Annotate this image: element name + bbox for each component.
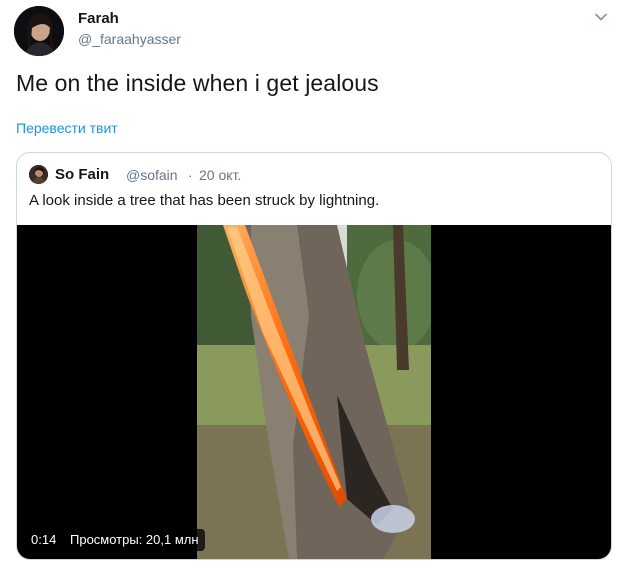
quoted-author-avatar	[29, 165, 48, 184]
tweet-text: Me on the inside when i get jealous	[16, 70, 379, 96]
quoted-tweet-text: A look inside a tree that has been struc…	[29, 192, 380, 209]
avatar-image	[29, 165, 48, 184]
avatar-image	[14, 6, 64, 56]
quoted-author-display-name: So Fain	[55, 166, 110, 183]
chevron-down-icon[interactable]	[592, 8, 610, 26]
quoted-tweet-date: 20 окт.	[199, 167, 242, 183]
translate-tweet-link[interactable]: Перевести твит	[16, 120, 118, 136]
video-player[interactable]: 0:14 Просмотры: 20,1 млн	[17, 225, 611, 559]
video-frame-tree	[197, 225, 431, 559]
quoted-author-handle: @sofain	[126, 167, 178, 183]
author-display-name[interactable]: Farah	[78, 10, 119, 27]
separator-dot: ·	[188, 167, 193, 183]
quoted-tweet-card[interactable]: So Fain @sofain · 20 окт. A look inside …	[16, 152, 612, 560]
video-duration-badge: 0:14	[25, 529, 63, 551]
author-handle[interactable]: @_faraahyasser	[78, 31, 181, 47]
author-avatar[interactable]	[14, 6, 64, 56]
video-views-badge: Просмотры: 20,1 млн	[64, 529, 205, 551]
